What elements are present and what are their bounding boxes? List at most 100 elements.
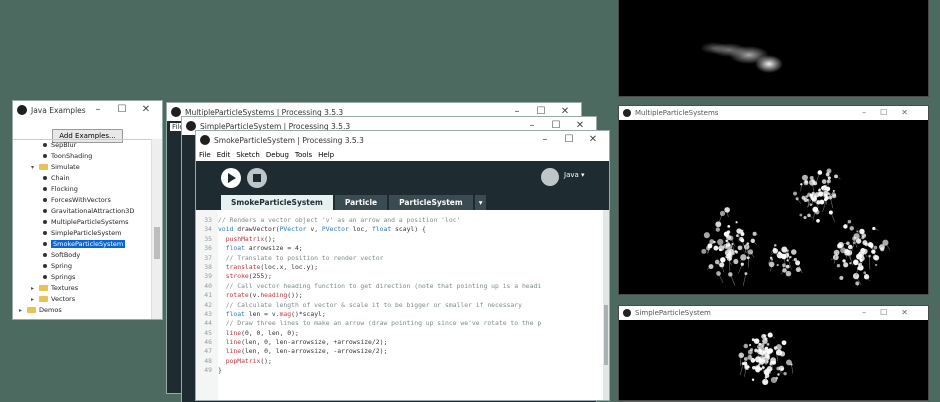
particle — [848, 245, 853, 250]
particle — [736, 228, 741, 233]
code-line[interactable]: 42 // Calculate length of vector & scale… — [196, 301, 603, 310]
tree-item[interactable]: ▸Vectors — [13, 294, 152, 305]
particle — [739, 353, 745, 359]
menu-item-file[interactable]: File — [199, 149, 211, 161]
code-line[interactable]: 37 // Translate to position to render ve… — [196, 254, 603, 263]
code-line[interactable]: 49} — [196, 366, 603, 375]
particle — [762, 366, 765, 369]
tree-item[interactable]: SmokeParticleSystem — [13, 239, 152, 250]
particle — [845, 250, 850, 255]
tree-item[interactable]: ToonShading — [13, 151, 152, 162]
code-line[interactable]: 47 line(len, 0, len-arrowsize, -arrowsiz… — [196, 347, 603, 356]
code-area[interactable]: 33// Renders a vector object 'v' as an a… — [196, 216, 603, 376]
run-button[interactable] — [221, 168, 241, 188]
tree-item[interactable]: SoftBody — [13, 250, 152, 261]
mode-selector[interactable]: Java ▾ — [564, 171, 585, 179]
win3-titlebar[interactable]: SmokeParticleSystem | Processing 3.5.3 –… — [196, 131, 609, 149]
particle — [753, 232, 757, 236]
smoke-particle-editor-window[interactable]: SmokeParticleSystem | Processing 3.5.3 –… — [196, 131, 609, 400]
processing-logo-icon — [623, 109, 631, 117]
smoke-canvas — [619, 0, 928, 96]
expander-icon[interactable]: ▸ — [31, 294, 39, 305]
tree-item[interactable]: Springs — [13, 272, 152, 283]
tree-item[interactable]: Chain — [13, 173, 152, 184]
tab-smokeparticlesystem[interactable]: SmokeParticleSystem — [221, 195, 333, 210]
particle — [824, 186, 826, 188]
code-token: // Draw three lines to make an arrow (dr… — [218, 319, 541, 327]
menu-item-sketch[interactable]: Sketch — [236, 149, 260, 161]
scrollbar-thumb[interactable] — [604, 305, 608, 365]
menu-item-help[interactable]: Help — [318, 149, 334, 161]
tree-item-label: MultipleParticleSystems — [51, 218, 128, 226]
scrollbar-thumb[interactable] — [154, 227, 160, 259]
code-line[interactable]: 43 float len = v.mag()*scayl; — [196, 310, 603, 319]
particle — [855, 281, 859, 285]
particle — [863, 271, 866, 274]
menu-item-edit[interactable]: Edit — [217, 149, 231, 161]
expander-icon[interactable]: ▸ — [31, 283, 39, 294]
tree-item[interactable]: SepBlur — [13, 140, 152, 151]
line-number: 33 — [196, 216, 218, 225]
menu-item-tools[interactable]: Tools — [295, 149, 312, 161]
code-line[interactable]: 48 popMatrix(); — [196, 357, 603, 366]
particle — [791, 249, 797, 255]
tree-item[interactable]: Spring — [13, 261, 152, 272]
particle — [769, 262, 775, 268]
tab-menu-arrow[interactable]: ▾ — [475, 195, 487, 210]
tree-item[interactable]: ▸Textures — [13, 283, 152, 294]
tree-item[interactable]: GravitationalAttraction3D — [13, 206, 152, 217]
menu-item-debug[interactable]: Debug — [266, 149, 289, 161]
close-icon[interactable]: ✕ — [581, 131, 605, 149]
particle — [864, 274, 869, 279]
particle — [748, 249, 753, 254]
line-number: 48 — [196, 357, 218, 366]
code-line[interactable]: 41 rotate(v.heading()); — [196, 291, 603, 300]
particle — [777, 264, 779, 266]
code-editor[interactable]: 33// Renders a vector object 'v' as an a… — [196, 210, 603, 400]
debugger-icon[interactable] — [541, 168, 559, 186]
code-line[interactable]: 38 translate(loc.x, loc.y); — [196, 263, 603, 272]
maximize-icon[interactable]: ☐ — [557, 131, 581, 149]
tree-item[interactable]: ForcesWithVectors — [13, 195, 152, 206]
particle — [778, 251, 781, 254]
expander-icon[interactable]: ▾ — [31, 162, 39, 173]
code-line[interactable]: 33// Renders a vector object 'v' as an a… — [196, 216, 603, 225]
code-line[interactable]: 45 line(0, 0, len, 0); — [196, 329, 603, 338]
tree-item[interactable]: MultipleParticleSystems — [13, 217, 152, 228]
tab-particlesystem[interactable]: ParticleSystem — [389, 195, 473, 210]
minimize-icon[interactable]: – — [86, 101, 110, 119]
particle — [786, 265, 790, 269]
editor-scrollbar[interactable] — [603, 210, 609, 400]
code-line[interactable]: 46 line(len, 0, len-arrowsize, +arrowsiz… — [196, 338, 603, 347]
close-icon[interactable]: ✕ — [134, 101, 158, 119]
tree-scrollbar[interactable] — [151, 139, 162, 319]
code-line[interactable]: 36 float arrowsize = 4; — [196, 244, 603, 253]
particle — [765, 374, 769, 378]
window-controls[interactable]: –☐✕ — [862, 106, 922, 120]
particle — [765, 337, 768, 340]
tree-item[interactable]: Flocking — [13, 184, 152, 195]
multiple-sketch-titlebar[interactable]: MultipleParticleSystems –☐✕ — [619, 106, 928, 120]
simple-sketch-titlebar[interactable]: SimpleParticleSystem –☐✕ — [619, 306, 928, 320]
tree-item[interactable]: ▸Demos — [13, 305, 152, 316]
particle — [776, 367, 780, 371]
code-line[interactable]: 44 // Draw three lines to make an arrow … — [196, 319, 603, 328]
code-line[interactable]: 35 pushMatrix(); — [196, 235, 603, 244]
stop-button[interactable] — [247, 168, 267, 188]
code-line[interactable]: 40 // Call vector heading function to ge… — [196, 282, 603, 291]
examples-titlebar[interactable]: Java Examples – ☐ ✕ — [13, 101, 162, 119]
tree-item[interactable]: ▾Simulate — [13, 162, 152, 173]
code-line[interactable]: 39 stroke(255); — [196, 272, 603, 281]
expander-icon[interactable]: ▸ — [19, 305, 27, 316]
particle — [759, 350, 764, 355]
code-line[interactable]: 34void drawVector(PVector v, PVector loc… — [196, 225, 603, 234]
code-token: PVector — [322, 225, 349, 233]
particle — [770, 357, 776, 363]
tab-particle[interactable]: Particle — [335, 195, 387, 210]
window-controls[interactable]: –☐✕ — [862, 306, 922, 320]
minimize-icon[interactable]: – — [533, 131, 557, 149]
multiple-particles-canvas — [619, 120, 928, 294]
tree-item[interactable]: SimpleParticleSystem — [13, 228, 152, 239]
code-token: rotate — [218, 291, 249, 299]
maximize-icon[interactable]: ☐ — [110, 101, 134, 119]
